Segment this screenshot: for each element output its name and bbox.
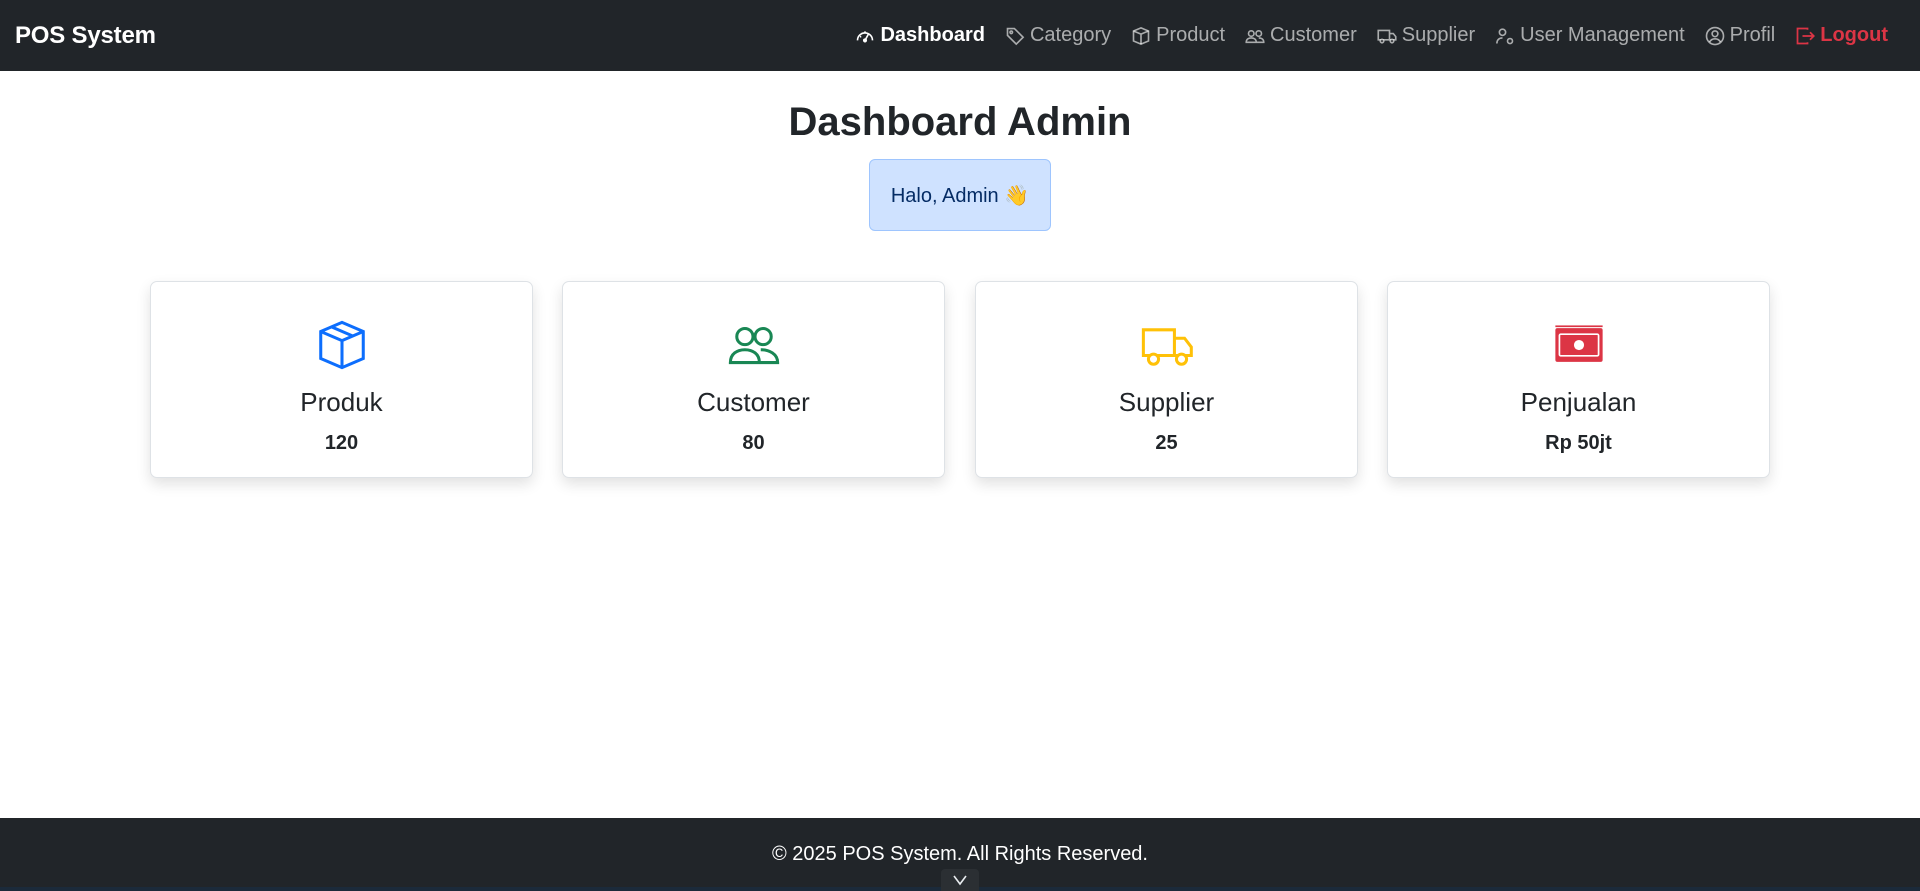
card-title: Supplier [1118,387,1215,417]
card-supplier[interactable]: Supplier 25 [975,281,1358,478]
brand-logo[interactable]: POS System [15,0,156,71]
card-title: Customer [697,387,810,417]
nav-menu: Dashboard Category Product Customer Supp… [845,0,1898,71]
card-value: 80 [742,432,765,454]
chevron-down-icon[interactable] [941,869,979,891]
nav-item-category[interactable]: Category [995,0,1121,71]
card-customer[interactable]: Customer 80 [562,281,945,478]
stats-cards: Produk 120 Customer 80 Supplier 25 Penju… [150,281,1770,478]
nav-item-user-management[interactable]: User Management [1485,0,1695,71]
nav-item-dashboard[interactable]: Dashboard [845,0,994,71]
nav-label: Dashboard [880,24,985,46]
cash-icon [1388,318,1769,372]
truck-icon [976,318,1357,372]
nav-label: User Management [1520,24,1685,46]
greeting-alert: Halo, Admin 👋 [869,159,1051,231]
card-value: Rp 50jt [1545,432,1612,454]
people-icon [1245,26,1265,46]
card-penjualan[interactable]: Penjualan Rp 50jt [1387,281,1770,478]
card-title: Penjualan [1520,387,1637,417]
card-title: Produk [300,387,383,417]
person-circle-icon [1705,26,1725,46]
nav-label: Profil [1729,24,1776,46]
nav-item-customer[interactable]: Customer [1235,0,1367,71]
nav-label: Product [1156,24,1226,46]
card-value: 25 [1155,432,1178,454]
nav-item-supplier[interactable]: Supplier [1367,0,1485,71]
nav-label: Supplier [1401,24,1476,46]
box-icon [1131,26,1151,46]
nav-item-logout[interactable]: Logout [1785,0,1898,71]
tag-icon [1005,26,1025,46]
box-icon [151,318,532,372]
person-gear-icon [1495,26,1515,46]
people-icon [563,318,944,372]
nav-label: Customer [1270,24,1357,46]
nav-item-product[interactable]: Product [1121,0,1235,71]
card-produk[interactable]: Produk 120 [150,281,533,478]
truck-icon [1377,26,1397,46]
nav-label: Category [1029,24,1112,46]
top-navbar: POS System Dashboard Category Product Cu… [0,0,1920,71]
speedometer-icon [855,26,875,46]
card-value: 120 [324,432,359,454]
nav-label: Logout [1820,24,1888,46]
logout-icon [1795,26,1816,46]
page-title: Dashboard Admin [788,100,1132,144]
nav-item-profil[interactable]: Profil [1695,0,1786,71]
